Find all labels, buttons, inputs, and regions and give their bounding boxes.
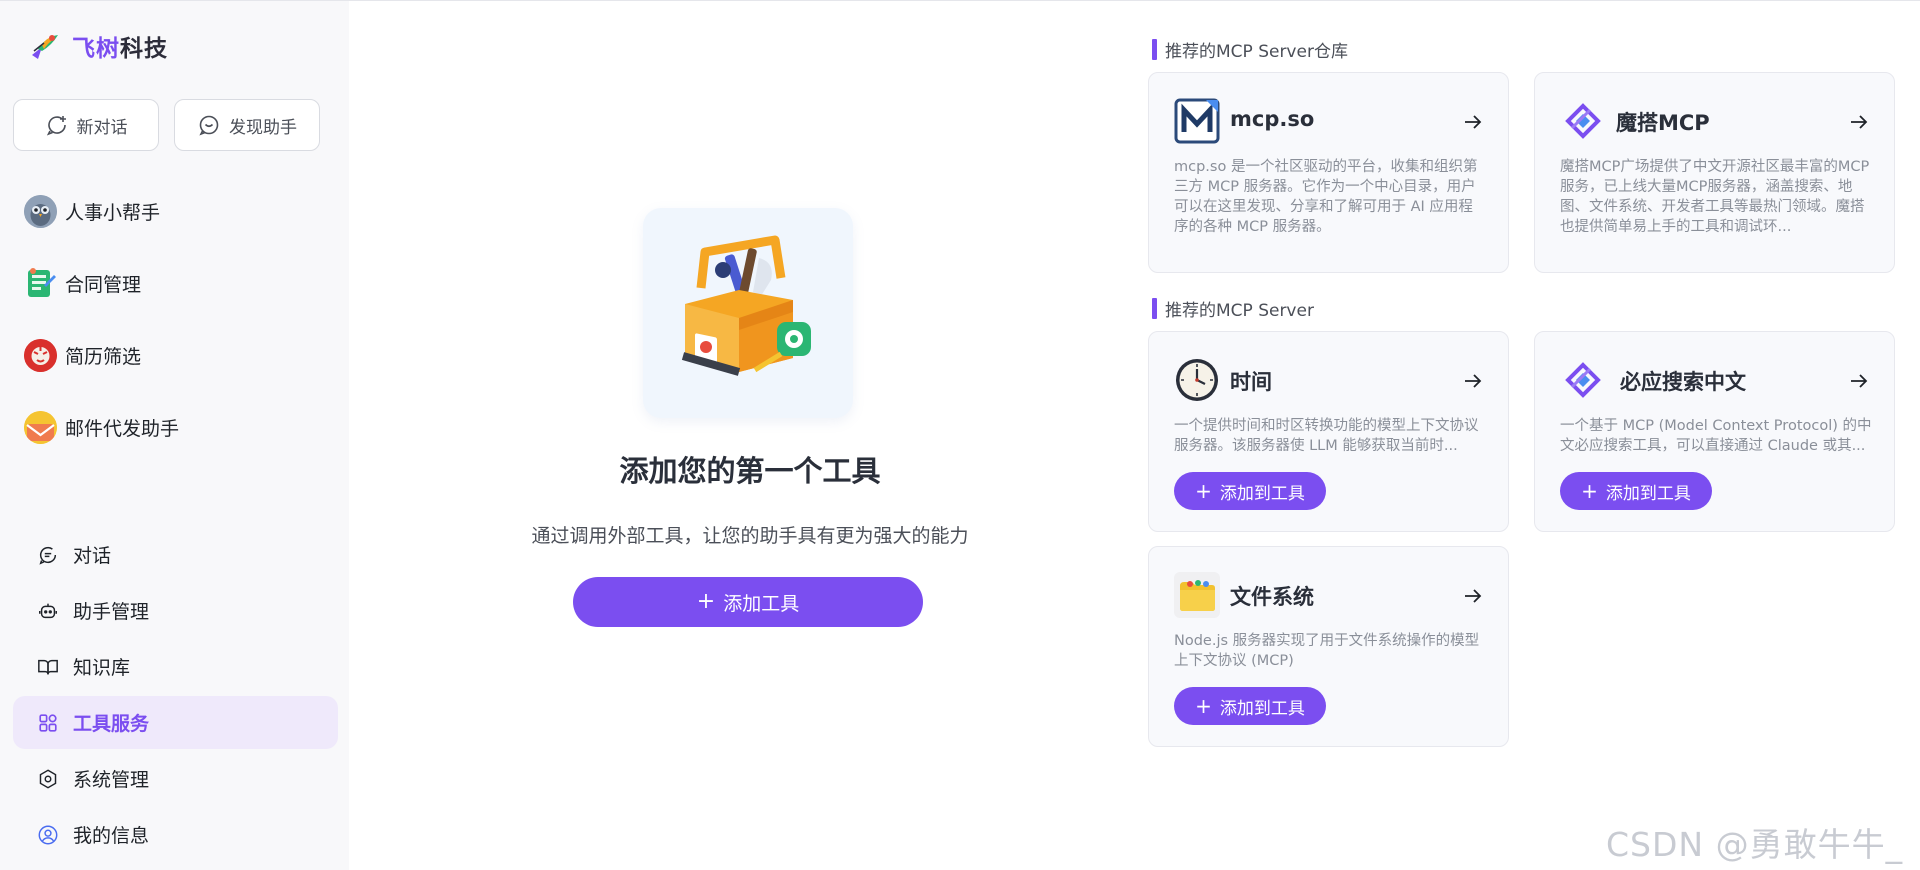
server-card-file-system[interactable]: 文件系统 Node.js 服务器实现了用于文件系统操作的模型上下文协议 (MCP… bbox=[1148, 546, 1509, 747]
hummingbird-logo-icon bbox=[32, 35, 58, 59]
nav-item-system-management[interactable]: 系统管理 bbox=[13, 752, 338, 805]
bing-logo-icon bbox=[1560, 357, 1606, 403]
repo-section-title: 推荐的MCP Server仓库 bbox=[1152, 37, 1348, 62]
discover-label: 发现助手 bbox=[229, 117, 297, 138]
brand-name-rest: 科技 bbox=[120, 36, 168, 62]
section-accent-bar bbox=[1152, 297, 1157, 319]
section-accent-bar bbox=[1152, 38, 1157, 60]
grid-icon bbox=[39, 713, 57, 732]
new-chat-label: 新对话 bbox=[76, 117, 128, 138]
repo-card-mcp-so[interactable]: mcp.so mcp.so 是一个社区驱动的平台，收集和组织第三方 MCP 服务… bbox=[1148, 72, 1509, 273]
nav-label: 我的信息 bbox=[73, 825, 150, 847]
chat-search-icon bbox=[199, 115, 219, 136]
server-section-title: 推荐的MCP Server bbox=[1152, 296, 1314, 321]
nav-label: 知识库 bbox=[73, 657, 131, 679]
owl-avatar-icon bbox=[24, 194, 57, 228]
section-title-text: 推荐的MCP Server仓库 bbox=[1165, 41, 1348, 62]
chat-bubble-icon bbox=[39, 546, 57, 565]
card-description: 一个基于 MCP (Model Context Protocol) 的中文必应搜… bbox=[1560, 418, 1872, 454]
arrow-right-icon[interactable] bbox=[1463, 113, 1483, 131]
assistant-item-resume[interactable]: 简历筛选 bbox=[24, 337, 141, 373]
assistant-name: 人事小帮手 bbox=[65, 201, 161, 224]
add-to-tools-button[interactable]: + 添加到工具 bbox=[1174, 472, 1326, 510]
plus-icon: + bbox=[1195, 479, 1212, 503]
nav-label: 工具服务 bbox=[73, 713, 150, 735]
nav-label: 对话 bbox=[73, 545, 112, 567]
brand-name-highlight: 飞树 bbox=[72, 36, 120, 62]
card-title: 必应搜索中文 bbox=[1620, 370, 1746, 394]
nav-item-assistant-management[interactable]: 助手管理 bbox=[13, 584, 338, 637]
plus-icon: + bbox=[1195, 694, 1212, 718]
repo-card-modelscope[interactable]: 魔搭MCP 魔搭MCP广场提供了中文开源社区最丰富的MCP服务，已上线大量MCP… bbox=[1534, 72, 1895, 273]
chat-plus-icon bbox=[46, 116, 66, 136]
folder-logo-icon bbox=[1174, 572, 1220, 618]
add-to-tools-label: 添加到工具 bbox=[1605, 483, 1691, 504]
tiger-avatar-icon bbox=[24, 338, 57, 372]
arrow-right-icon[interactable] bbox=[1849, 113, 1869, 131]
nav-item-tool-service[interactable]: 工具服务 bbox=[13, 696, 338, 749]
mcp-so-logo-icon bbox=[1174, 98, 1220, 144]
sidebar: 飞树科技 新对话 发现助手 人事小帮手 合同管理 简历筛选 邮件代发助手 对话 … bbox=[0, 1, 349, 870]
assistant-item-hr-helper[interactable]: 人事小帮手 bbox=[24, 193, 160, 229]
plus-icon: + bbox=[1581, 479, 1598, 503]
brand-name: 飞树科技 bbox=[72, 29, 168, 63]
add-to-tools-button[interactable]: + 添加到工具 bbox=[1174, 687, 1326, 725]
arrow-right-icon[interactable] bbox=[1463, 372, 1483, 390]
arrow-right-icon[interactable] bbox=[1463, 587, 1483, 605]
nav-item-chat[interactable]: 对话 bbox=[13, 528, 338, 581]
server-card-time[interactable]: 时间 一个提供时间和时区转换功能的模型上下文协议服务器。该服务器使 LLM 能够… bbox=[1148, 331, 1509, 532]
add-tool-label: 添加工具 bbox=[723, 592, 800, 615]
toolbox-illustration bbox=[643, 208, 853, 418]
server-card-bing-search[interactable]: 必应搜索中文 一个基于 MCP (Model Context Protocol)… bbox=[1534, 331, 1895, 532]
card-description: 一个提供时间和时区转换功能的模型上下文协议服务器。该服务器使 LLM 能够获取当… bbox=[1174, 418, 1479, 454]
nav-label: 系统管理 bbox=[73, 769, 150, 791]
nav-item-my-info[interactable]: 我的信息 bbox=[13, 808, 338, 861]
assistant-name: 简历筛选 bbox=[65, 345, 142, 368]
nav-item-knowledge-base[interactable]: 知识库 bbox=[13, 640, 338, 693]
add-to-tools-button[interactable]: + 添加到工具 bbox=[1560, 472, 1712, 510]
toolbox-icon bbox=[681, 235, 811, 376]
card-title: 魔搭MCP bbox=[1616, 111, 1710, 135]
add-tool-button[interactable]: + 添加工具 bbox=[573, 577, 923, 627]
card-description: 魔搭MCP广场提供了中文开源社区最丰富的MCP服务，已上线大量MCP服务器，涵盖… bbox=[1560, 159, 1870, 235]
plus-icon: + bbox=[696, 589, 716, 614]
section-title-text: 推荐的MCP Server bbox=[1165, 300, 1314, 321]
hexagon-gear-icon bbox=[39, 768, 57, 789]
card-description: Node.js 服务器实现了用于文件系统操作的模型上下文协议 (MCP) bbox=[1174, 633, 1480, 669]
nav-label: 助手管理 bbox=[73, 601, 150, 623]
mail-avatar-icon bbox=[24, 410, 57, 444]
modelscope-logo-icon bbox=[1560, 98, 1606, 144]
brand[interactable]: 飞树科技 bbox=[28, 29, 168, 63]
book-icon bbox=[38, 659, 58, 674]
card-title: mcp.so bbox=[1230, 107, 1315, 131]
discover-assistant-button[interactable]: 发现助手 bbox=[174, 99, 320, 151]
add-to-tools-label: 添加到工具 bbox=[1219, 483, 1305, 504]
user-circle-icon bbox=[38, 825, 58, 844]
card-title: 文件系统 bbox=[1230, 585, 1314, 609]
assistant-item-contract[interactable]: 合同管理 bbox=[24, 265, 141, 301]
assistant-item-mail[interactable]: 邮件代发助手 bbox=[24, 409, 179, 445]
contract-avatar-icon bbox=[24, 267, 57, 300]
assistant-name: 合同管理 bbox=[65, 273, 142, 296]
new-chat-button[interactable]: 新对话 bbox=[13, 99, 159, 151]
arrow-right-icon[interactable] bbox=[1849, 372, 1869, 390]
watermark: CSDN @勇敢牛牛_ bbox=[1606, 825, 1904, 864]
robot-icon bbox=[39, 603, 57, 618]
card-description: mcp.so 是一个社区驱动的平台，收集和组织第三方 MCP 服务器。它作为一个… bbox=[1174, 159, 1478, 235]
empty-state-title: 添加您的第一个工具 bbox=[619, 454, 881, 488]
clock-logo-icon bbox=[1174, 357, 1220, 403]
card-title: 时间 bbox=[1230, 370, 1272, 394]
assistant-name: 邮件代发助手 bbox=[65, 417, 180, 440]
empty-state-subtitle: 通过调用外部工具，让您的助手具有更为强大的能力 bbox=[531, 525, 969, 547]
add-to-tools-label: 添加到工具 bbox=[1219, 698, 1305, 719]
